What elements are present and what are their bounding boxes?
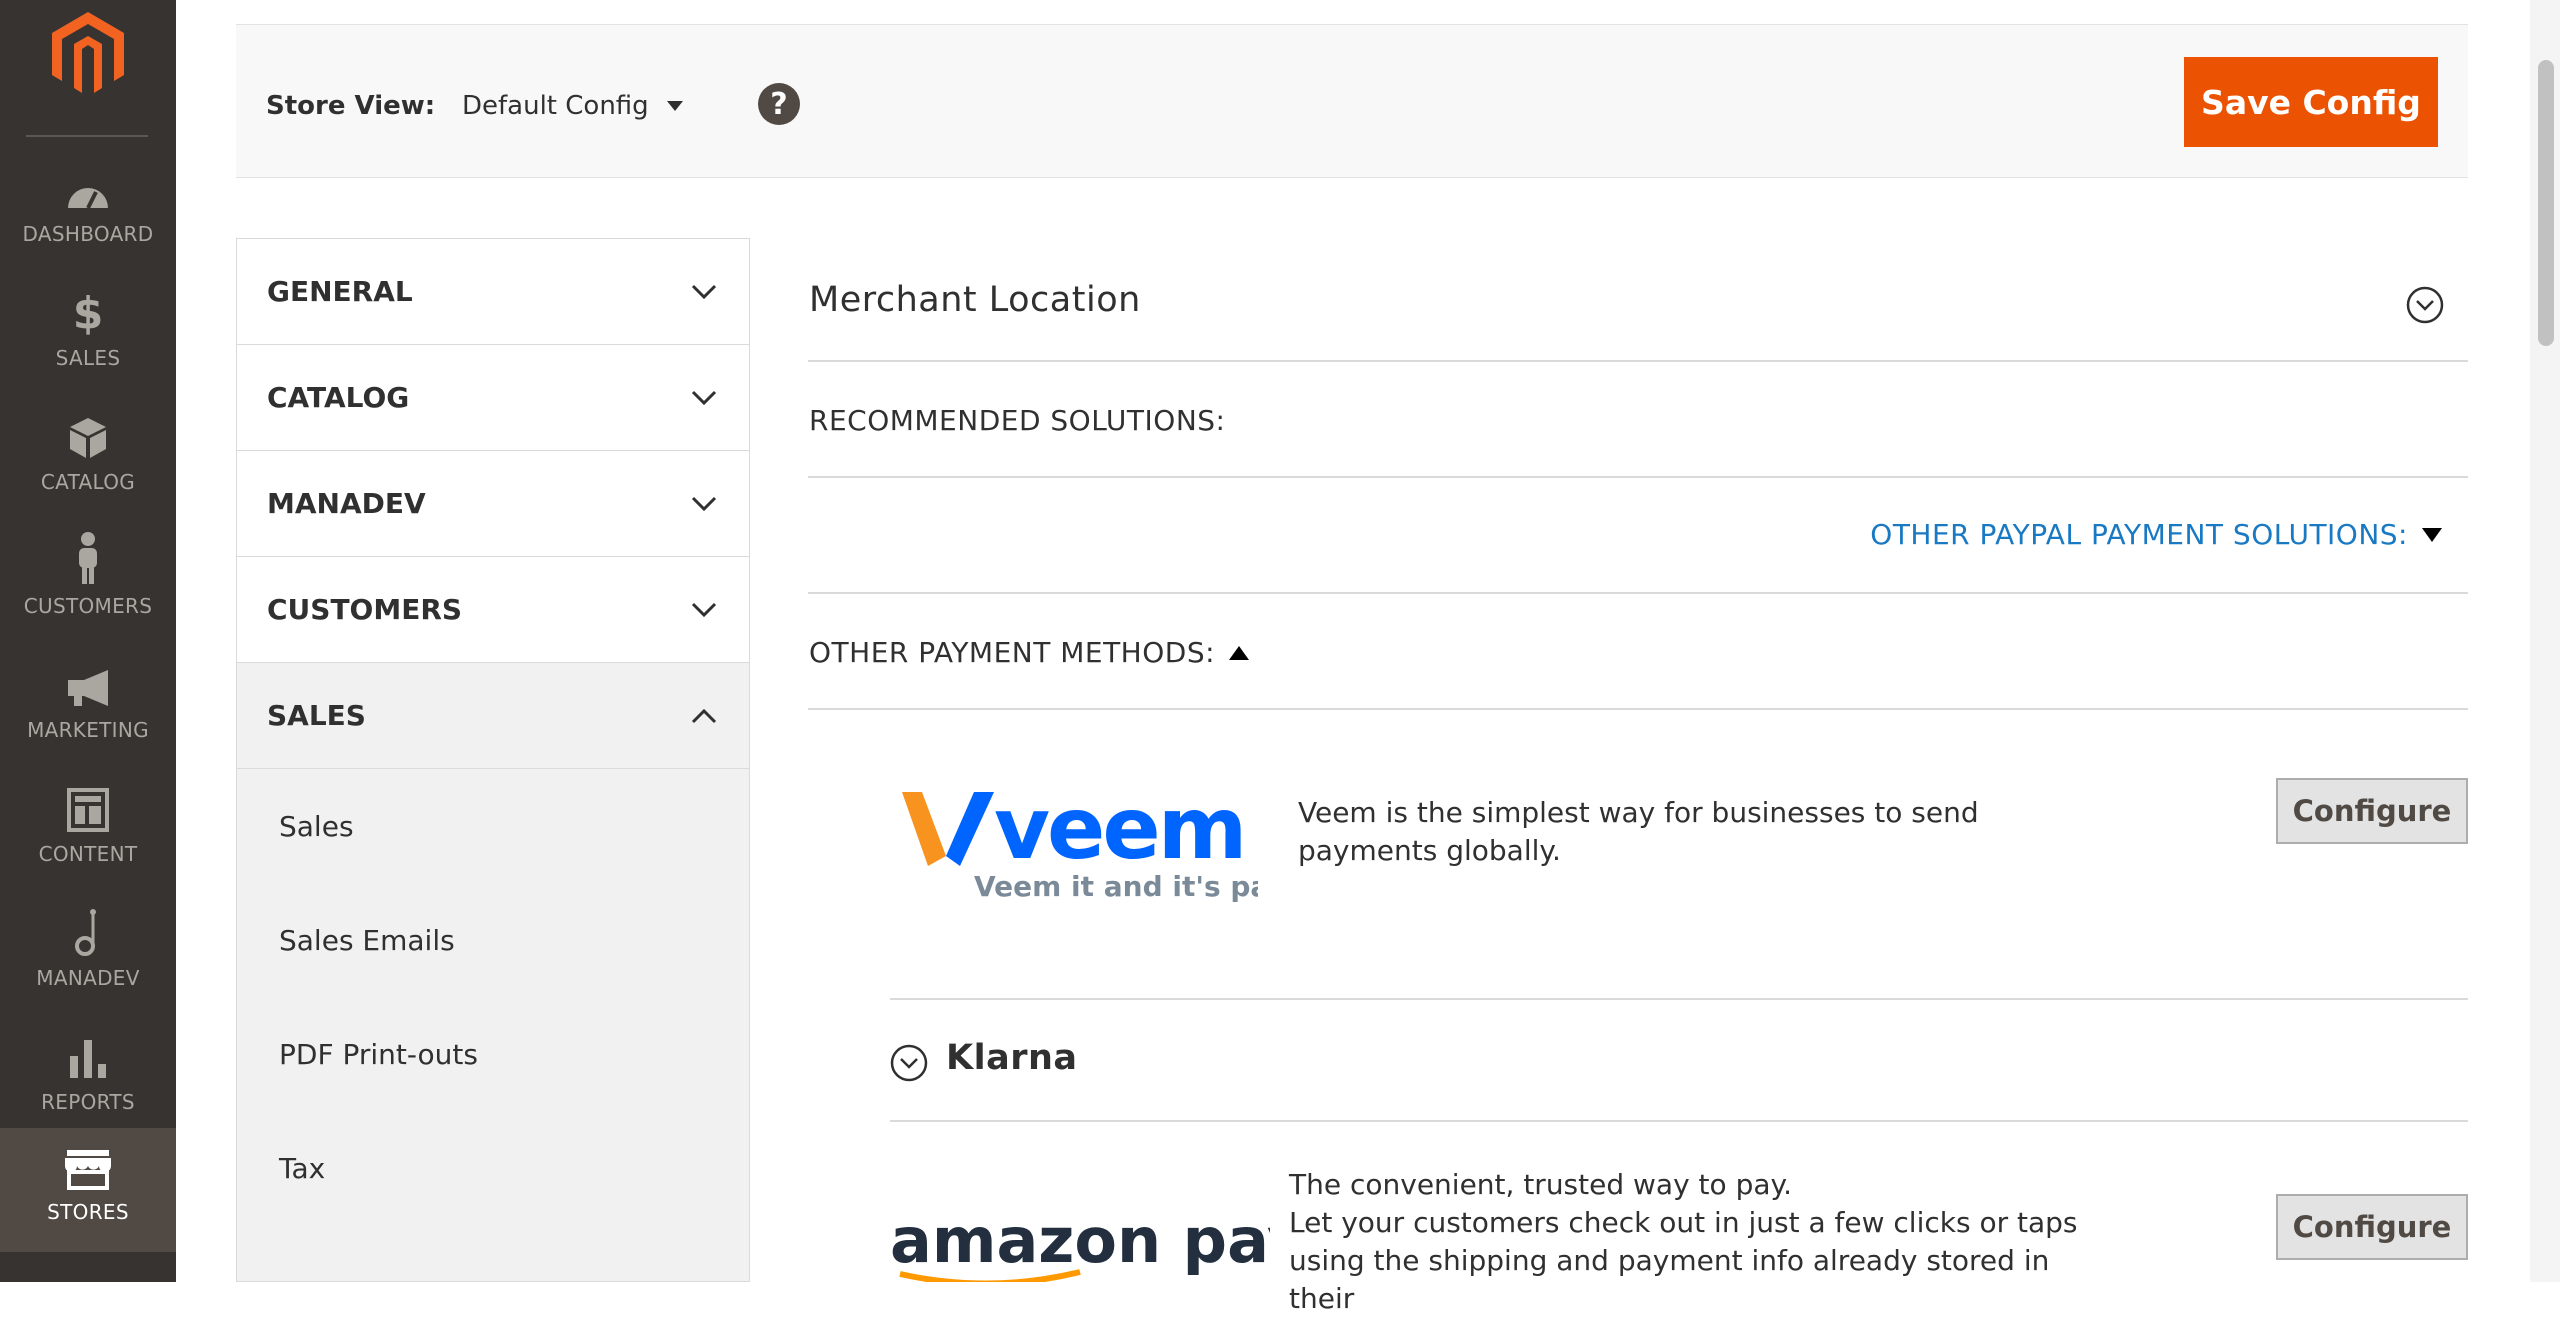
nav-label: CUSTOMERS bbox=[23, 594, 153, 618]
tab-item-sales[interactable]: Sales bbox=[237, 769, 749, 883]
store-view-switcher[interactable]: Default Config bbox=[462, 91, 683, 121]
chevron-down-icon bbox=[691, 284, 717, 299]
amazon-pay-logo-text: amazon pay bbox=[890, 1204, 1270, 1277]
storefront-icon bbox=[63, 1134, 113, 1190]
nav-label: CONTENT bbox=[38, 842, 138, 866]
amazon-pay-line2: Let your customers check out in just a f… bbox=[1289, 1206, 2078, 1239]
save-config-button[interactable]: Save Config bbox=[2184, 57, 2438, 147]
tab-manadev[interactable]: MANADEV bbox=[237, 451, 749, 557]
nav-item-dashboard[interactable]: DASHBOARD bbox=[0, 150, 176, 274]
tab-label: SALES bbox=[267, 699, 366, 732]
nav-label: SALES bbox=[55, 346, 121, 370]
other-payment-methods-label: OTHER PAYMENT METHODS: bbox=[809, 636, 1216, 669]
scrollbar-thumb[interactable] bbox=[2538, 60, 2554, 346]
collapse-toggle-icon[interactable] bbox=[2406, 286, 2444, 324]
recommended-solutions-row: RECOMMENDED SOLUTIONS: bbox=[808, 360, 2468, 478]
tab-catalog[interactable]: CATALOG bbox=[237, 345, 749, 451]
chevron-down-icon bbox=[691, 602, 717, 617]
veem-logo-mark: veem Veem it and it's paid bbox=[902, 779, 1299, 903]
merchant-location-title: Merchant Location bbox=[809, 280, 1141, 320]
megaphone-icon bbox=[64, 652, 112, 708]
magento-logo[interactable] bbox=[48, 8, 128, 98]
klarna-title: Klarna bbox=[946, 1038, 1078, 1078]
veem-tagline: Veem it and it's paid bbox=[974, 870, 1258, 903]
nav-item-marketing[interactable]: MARKETING bbox=[0, 646, 176, 770]
tab-label: GENERAL bbox=[267, 275, 413, 308]
chevron-down-icon bbox=[691, 496, 717, 511]
veem-description: Veem is the simplest way for businesses … bbox=[1298, 796, 1979, 867]
nav-item-stores[interactable]: STORES bbox=[0, 1128, 176, 1252]
caret-down-icon bbox=[2422, 527, 2442, 542]
store-view-value: Default Config bbox=[462, 91, 649, 121]
amazon-pay-logo-mark: amazon pay bbox=[890, 1204, 1307, 1287]
veem-configure-button[interactable]: Configure bbox=[2276, 778, 2468, 844]
nav-item-manadev[interactable]: MANADEV bbox=[0, 894, 176, 1018]
chevron-down-icon bbox=[691, 390, 717, 405]
nav-label: MARKETING bbox=[27, 718, 149, 742]
help-glyph: ? bbox=[770, 86, 788, 122]
nav-item-catalog[interactable]: CATALOG bbox=[0, 398, 176, 522]
help-icon[interactable]: ? bbox=[758, 83, 800, 125]
dashboard-icon bbox=[65, 156, 111, 212]
amazon-pay-configure-button[interactable]: Configure bbox=[2276, 1194, 2468, 1260]
nav-item-customers[interactable]: CUSTOMERS bbox=[0, 522, 176, 646]
tab-customers[interactable]: CUSTOMERS bbox=[237, 557, 749, 663]
tab-general[interactable]: GENERAL bbox=[237, 239, 749, 345]
nav-label: DASHBOARD bbox=[22, 222, 154, 246]
nav-item-reports[interactable]: REPORTS bbox=[0, 1018, 176, 1142]
tab-sales[interactable]: SALES bbox=[237, 663, 749, 769]
tab-item-sales-emails[interactable]: Sales Emails bbox=[237, 883, 749, 997]
nav-label: REPORTS bbox=[41, 1090, 135, 1114]
amazon-pay-description: The convenient, trusted way to pay. Let … bbox=[1289, 1166, 2109, 1318]
klarna-section[interactable]: Klarna bbox=[890, 998, 2468, 1122]
amazon-pay-line3: using the shipping and payment info alre… bbox=[1289, 1244, 2050, 1315]
other-paypal-solutions-link[interactable]: OTHER PAYPAL PAYMENT SOLUTIONS: bbox=[1870, 518, 2442, 551]
expand-toggle-icon[interactable] bbox=[890, 1044, 928, 1082]
tab-item-pdf-print-outs[interactable]: PDF Print-outs bbox=[237, 997, 749, 1111]
note-icon bbox=[73, 900, 103, 956]
tab-label: MANADEV bbox=[267, 487, 426, 520]
amazon-pay-logo: amazon pay bbox=[890, 1198, 1307, 1287]
store-view-label: Store View: bbox=[266, 91, 436, 121]
other-payment-methods-row[interactable]: OTHER PAYMENT METHODS: bbox=[808, 592, 2468, 710]
nav-label: MANADEV bbox=[36, 966, 140, 990]
nav-divider bbox=[26, 135, 148, 137]
config-tabs: GENERAL CATALOG MANADEV CUSTOMERS SALES … bbox=[236, 238, 750, 1282]
veem-logo-text: veem bbox=[994, 779, 1244, 879]
nav-item-content[interactable]: CONTENT bbox=[0, 770, 176, 894]
recommended-solutions-label: RECOMMENDED SOLUTIONS: bbox=[809, 404, 1226, 437]
box-icon bbox=[68, 404, 108, 460]
amazon-pay-line1: The convenient, trusted way to pay. bbox=[1289, 1168, 1792, 1201]
merchant-location-section[interactable]: Merchant Location bbox=[808, 238, 2468, 362]
person-icon bbox=[75, 528, 101, 584]
tab-label: CUSTOMERS bbox=[267, 593, 463, 626]
dollar-icon: $ bbox=[72, 288, 104, 339]
veem-logo: veem Veem it and it's paid bbox=[898, 778, 1299, 908]
caret-up-icon bbox=[1229, 645, 1250, 660]
other-paypal-label: OTHER PAYPAL PAYMENT SOLUTIONS: bbox=[1870, 518, 2408, 551]
caret-down-icon bbox=[666, 101, 683, 111]
tab-label: CATALOG bbox=[267, 381, 410, 414]
page-scrollbar[interactable] bbox=[2530, 0, 2560, 1282]
layout-icon bbox=[67, 776, 109, 832]
nav-item-sales[interactable]: $ SALES bbox=[0, 274, 176, 398]
admin-sidebar: DASHBOARD $ SALES CATALOG CUSTOMERS MARK… bbox=[0, 0, 176, 1282]
chevron-up-icon bbox=[691, 708, 717, 723]
nav-label: CATALOG bbox=[40, 470, 136, 494]
bar-chart-icon bbox=[68, 1024, 108, 1080]
nav-label: STORES bbox=[47, 1200, 129, 1224]
store-view-bar: Store View: Default Config ? Save Config bbox=[236, 24, 2468, 178]
tab-item-tax[interactable]: Tax bbox=[237, 1111, 749, 1225]
